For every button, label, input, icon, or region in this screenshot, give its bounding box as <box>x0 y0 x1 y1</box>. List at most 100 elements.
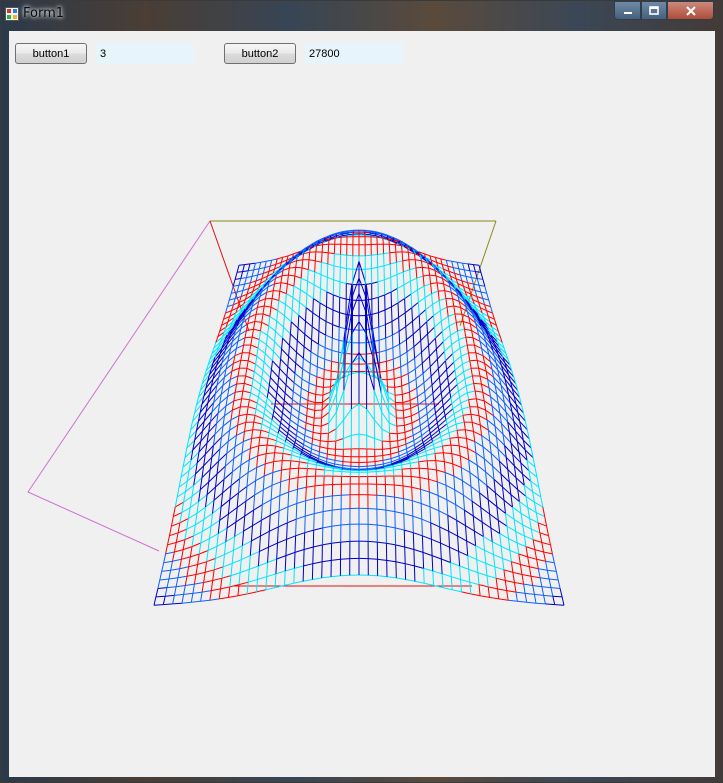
mesh-segment <box>529 566 539 570</box>
mesh-segment <box>535 512 539 523</box>
mesh-segment <box>473 430 482 436</box>
mesh-segment <box>239 559 242 573</box>
mesh-segment <box>494 566 497 579</box>
mesh-segment <box>175 577 179 587</box>
mesh-segment <box>320 440 329 443</box>
mesh-segment <box>436 469 438 482</box>
mesh-segment <box>418 461 420 469</box>
mesh-segment <box>264 403 267 409</box>
mesh-segment <box>220 499 231 508</box>
mesh-segment <box>449 391 452 398</box>
mesh-segment <box>399 240 402 243</box>
mesh-segment <box>314 271 322 276</box>
minimize-icon <box>623 11 632 14</box>
mesh-segment <box>482 446 485 459</box>
mesh-segment <box>308 457 310 459</box>
mesh-segment <box>255 467 258 481</box>
mesh-segment <box>377 558 387 561</box>
mesh-segment <box>307 462 317 466</box>
mesh-segment <box>268 542 278 548</box>
mesh-segment <box>389 440 398 443</box>
mesh-segment <box>456 520 459 537</box>
mesh-segment <box>430 522 440 528</box>
mesh-segment <box>299 289 301 303</box>
mesh-segment <box>404 429 413 433</box>
mesh-segment <box>351 371 360 375</box>
mesh-segment <box>416 275 424 279</box>
mesh-segment <box>295 352 297 364</box>
mesh-segment <box>260 377 263 385</box>
mesh-segment <box>277 538 287 544</box>
mesh-segment <box>393 355 401 360</box>
mesh-segment <box>543 594 553 597</box>
mesh-segment <box>282 400 285 408</box>
mesh-segment <box>547 569 557 572</box>
mesh-segment <box>228 507 238 515</box>
mesh-segment <box>220 578 223 589</box>
mesh-segment <box>437 426 440 431</box>
close-button[interactable] <box>667 1 714 20</box>
mesh-segment <box>255 363 264 371</box>
mesh-segment <box>284 438 287 442</box>
mesh-segment <box>300 388 302 397</box>
mesh-segment <box>203 507 206 520</box>
mesh-segment <box>274 452 284 454</box>
mesh-segment <box>300 289 308 295</box>
mesh-segment <box>397 242 399 245</box>
mesh-segment <box>325 306 327 322</box>
mesh-segment <box>548 535 551 545</box>
mesh-segment <box>437 368 440 378</box>
mesh-segment <box>413 532 423 537</box>
minimize-button[interactable] <box>614 1 641 20</box>
mesh-segment <box>260 322 263 331</box>
mesh-segment <box>377 253 384 255</box>
mesh-segment <box>196 506 206 514</box>
mesh-segment <box>229 485 232 500</box>
mesh-segment <box>287 366 296 374</box>
mesh-segment <box>530 529 534 540</box>
mesh-segment <box>233 536 236 551</box>
mesh-segment <box>534 549 544 553</box>
mesh-segment <box>256 455 259 468</box>
mesh-segment <box>430 283 433 294</box>
mesh-segment <box>431 538 441 544</box>
mesh-segment <box>444 290 447 299</box>
mesh-segment <box>299 396 302 405</box>
mesh-segment <box>246 360 249 369</box>
mesh-segment <box>304 429 306 436</box>
mesh-segment <box>246 480 256 487</box>
mesh-segment <box>396 260 403 263</box>
mesh-segment <box>297 315 300 329</box>
title-bar[interactable]: Form1 <box>1 1 722 27</box>
mesh-segment <box>389 251 396 254</box>
mesh-segment <box>297 252 300 254</box>
mesh-segment <box>417 285 425 291</box>
mesh-segment <box>410 294 413 308</box>
mesh-segment <box>454 418 457 425</box>
mesh-segment <box>401 464 403 470</box>
maximize-button[interactable] <box>641 1 667 20</box>
mesh-segment <box>435 331 443 339</box>
mesh-segment <box>390 287 398 293</box>
mesh-segment <box>465 275 472 279</box>
mesh-segment <box>454 489 464 496</box>
mesh-segment <box>318 302 321 318</box>
mesh-segment <box>193 574 197 585</box>
mesh-segment <box>324 238 326 241</box>
mesh-segment <box>413 440 415 445</box>
mesh-segment <box>240 352 243 361</box>
mesh-segment <box>258 396 267 404</box>
mesh-segment <box>398 448 407 453</box>
mesh-segment <box>310 339 313 352</box>
mesh-segment <box>237 368 240 377</box>
mesh-segment <box>480 595 490 598</box>
mesh-segment <box>256 589 266 593</box>
mesh-segment <box>432 570 434 586</box>
mesh-segment <box>253 321 256 330</box>
mesh-segment <box>327 440 336 443</box>
mesh-segment <box>424 391 426 400</box>
mesh-segment <box>267 437 277 442</box>
mesh-segment <box>532 539 542 543</box>
mesh-segment <box>293 552 296 569</box>
mesh-segment <box>495 492 505 501</box>
